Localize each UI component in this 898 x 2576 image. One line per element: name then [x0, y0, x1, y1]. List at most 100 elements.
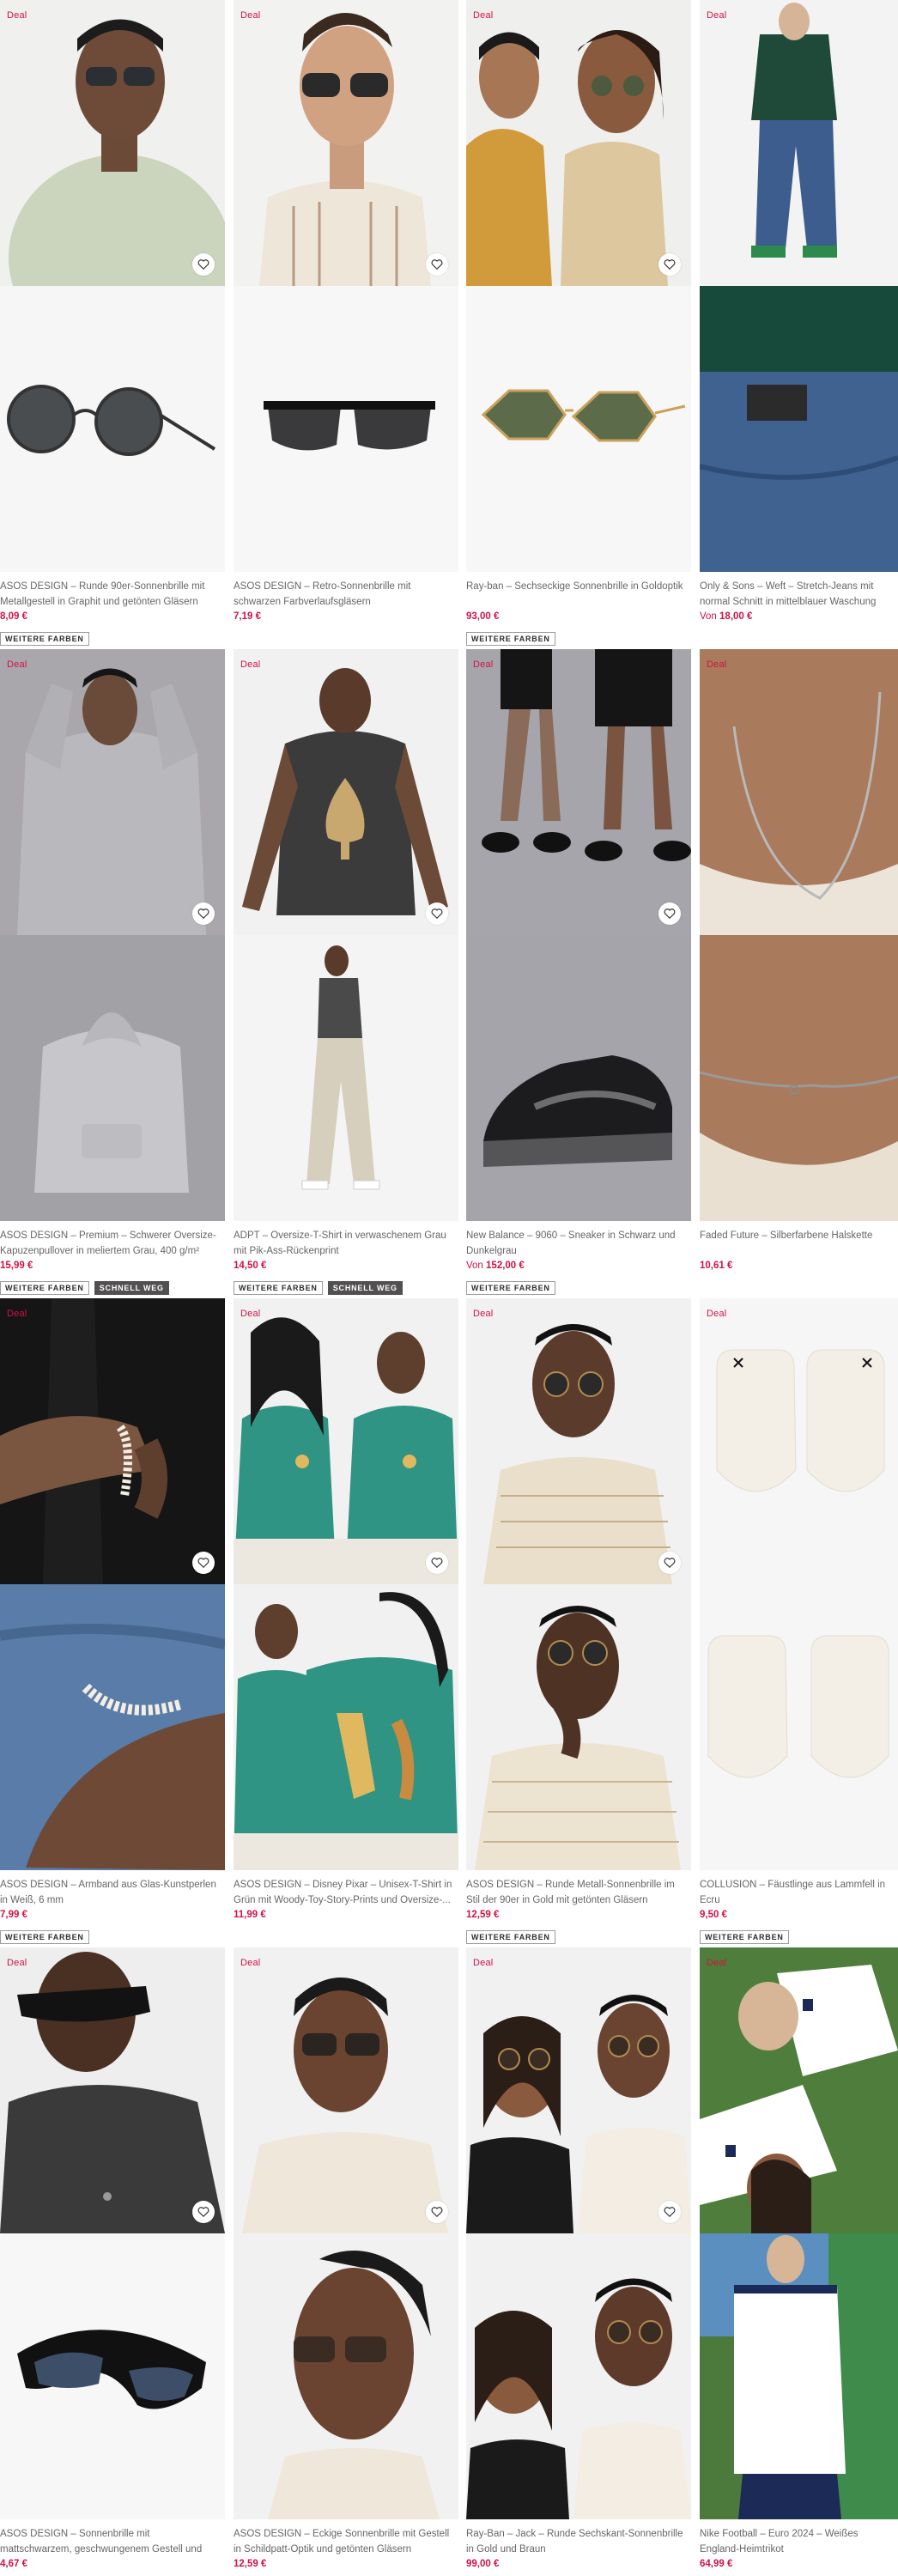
product-image-model[interactable]: Deal	[234, 1947, 458, 2233]
product-price: Von 18,00 €	[700, 611, 753, 622]
product-card[interactable]: Deal ASOS DESIGN – Armband aus Glas-Kuns…	[0, 1298, 225, 1944]
product-image-model[interactable]: Deal	[700, 1947, 898, 2233]
product-image-packshot[interactable]	[0, 2233, 225, 2519]
product-image-model[interactable]: Deal	[466, 649, 691, 935]
product-card[interactable]: Deal COLLUSION – Fäustlinge aus Lammfell…	[700, 1298, 898, 1944]
save-for-later-button[interactable]	[192, 902, 215, 925]
product-image-packshot[interactable]	[466, 286, 691, 572]
product-card[interactable]: Deal ASOS DESIGN – Retro-Sonnenbrille mi…	[234, 0, 458, 646]
product-title[interactable]: ASOS DESIGN – Premium – Schwerer Oversiz…	[0, 1228, 225, 1259]
product-image-packshot[interactable]	[466, 935, 691, 1221]
product-image-model[interactable]: Deal	[0, 0, 225, 286]
product-image-model[interactable]: Deal	[700, 649, 898, 935]
product-price: 7,99 €	[0, 1910, 27, 1920]
chip-more-colours: WEITERE FARBEN	[0, 1930, 89, 1944]
deal-badge: Deal	[7, 1958, 27, 1968]
heart-icon	[197, 2207, 209, 2218]
product-image-packshot-back[interactable]	[700, 1584, 898, 1870]
heart-icon	[664, 1558, 676, 1569]
product-image-packshot[interactable]	[466, 1584, 691, 1870]
product-image-model[interactable]: Deal	[0, 649, 225, 935]
product-price: 99,00 €	[466, 2559, 500, 2569]
product-image-model[interactable]: Deal	[466, 0, 691, 286]
product-card[interactable]: Deal ASOS DESIGN – Disney Pixar – Unisex…	[234, 1298, 458, 1944]
product-image-packshot[interactable]	[234, 2233, 458, 2519]
product-image-model[interactable]: Deal	[234, 1298, 458, 1584]
product-card[interactable]: Deal ASOS DESIGN – Sonnenbrille mit matt…	[0, 1947, 225, 2576]
product-title[interactable]: ASOS DESIGN – Armband aus Glas-Kunstperl…	[0, 1877, 225, 1908]
save-for-later-button[interactable]	[192, 253, 215, 276]
product-title[interactable]: COLLUSION – Fäustlinge aus Lammfell in E…	[700, 1877, 898, 1908]
heart-icon	[664, 2207, 676, 2218]
chip-selling-fast: SCHNELL WEG	[94, 1281, 169, 1295]
save-for-later-button[interactable]	[426, 2201, 448, 2223]
product-title[interactable]: ASOS DESIGN – Disney Pixar – Unisex-T-Sh…	[234, 1877, 458, 1908]
product-card[interactable]: Deal ASOS DESIGN – Runde 90er-Sonnenbril…	[0, 0, 225, 646]
product-image-packshot[interactable]	[0, 935, 225, 1221]
product-title[interactable]: Faded Future – Silberfarbene Halskette	[700, 1228, 898, 1259]
product-image-packshot[interactable]	[466, 2233, 691, 2519]
deal-badge: Deal	[240, 1309, 261, 1319]
product-price: 7,19 €	[234, 611, 261, 622]
deal-badge: Deal	[240, 1958, 261, 1968]
heart-icon	[431, 2207, 443, 2218]
product-card[interactable]: Deal ASOS DESIGN – Premium – Schwerer Ov…	[0, 649, 225, 1295]
product-card[interactable]: Deal ASOS DESIGN – Runde Metall-Sonnenbr…	[466, 1298, 691, 1944]
product-image-model[interactable]: Deal	[0, 1298, 225, 1584]
product-price: 4,67 €	[0, 2559, 27, 2569]
product-title[interactable]: ASOS DESIGN – Sonnenbrille mit mattschwa…	[0, 2526, 225, 2557]
product-title[interactable]: New Balance – 9060 – Sneaker in Schwarz …	[466, 1228, 691, 1259]
product-title[interactable]: ADPT – Oversize-T-Shirt in verwaschenem …	[234, 1228, 458, 1259]
product-image-model[interactable]: Deal	[700, 0, 898, 286]
product-image-model[interactable]: Deal	[234, 649, 458, 935]
product-image-packshot[interactable]: Deal	[700, 1298, 898, 1584]
product-image-packshot[interactable]	[234, 1584, 458, 1870]
product-image-packshot[interactable]	[0, 1584, 225, 1870]
save-for-later-button[interactable]	[658, 902, 681, 925]
product-image-packshot[interactable]	[234, 935, 458, 1221]
product-title[interactable]: Ray-ban – Sechseckige Sonnenbrille in Go…	[466, 579, 691, 610]
product-card[interactable]: Deal ADPT – Oversize-T-Shirt in verwasch…	[234, 649, 458, 1295]
save-for-later-button[interactable]	[192, 1552, 215, 1574]
product-title[interactable]: ASOS DESIGN – Runde Metall-Sonnenbrille …	[466, 1877, 691, 1908]
product-card[interactable]: Deal New Balance – 9060 – Sneaker in Sch…	[466, 649, 691, 1295]
save-for-later-button[interactable]	[658, 253, 681, 276]
product-title[interactable]: ASOS DESIGN – Eckige Sonnenbrille mit Ge…	[234, 2526, 458, 2557]
product-image-packshot[interactable]	[700, 2233, 898, 2519]
product-image-model[interactable]: Deal	[466, 1298, 691, 1584]
product-price: 14,50 €	[234, 1261, 267, 1271]
save-for-later-button[interactable]	[658, 2201, 681, 2223]
product-image-model[interactable]: Deal	[0, 1947, 225, 2233]
product-card[interactable]: Deal Ray-ban – Sechseckige Sonnenbrille …	[466, 0, 691, 646]
chip-more-colours: WEITERE FARBEN	[466, 1930, 555, 1944]
save-for-later-button[interactable]	[426, 1552, 448, 1574]
product-image-packshot[interactable]	[0, 286, 225, 572]
product-card[interactable]: Deal Nike Football – Euro 2024 – Weißes …	[700, 1947, 898, 2576]
heart-icon	[197, 259, 209, 270]
save-for-later-button[interactable]	[426, 253, 448, 276]
deal-badge: Deal	[707, 1958, 727, 1968]
product-image-model[interactable]: Deal	[466, 1947, 691, 2233]
product-price: 15,99 €	[0, 1261, 33, 1271]
product-title[interactable]: ASOS DESIGN – Retro-Sonnenbrille mit sch…	[234, 579, 458, 610]
product-title[interactable]: Nike Football – Euro 2024 – Weißes Engla…	[700, 2526, 898, 2557]
save-for-later-button[interactable]	[192, 2201, 215, 2223]
product-price: 64,99 €	[700, 2559, 733, 2569]
product-card[interactable]: Deal Faded Future – Silberfarbene Halske…	[700, 649, 898, 1295]
product-image-model[interactable]: Deal	[234, 0, 458, 286]
product-price: 10,61 €	[700, 1261, 733, 1271]
product-title[interactable]: Only & Sons – Weft – Stretch-Jeans mit n…	[700, 579, 898, 610]
product-card[interactable]: Deal Ray-Ban – Jack – Runde Sechskant-So…	[466, 1947, 691, 2576]
product-price: Von 152,00 €	[466, 1261, 525, 1271]
heart-icon	[431, 1558, 443, 1569]
product-image-packshot[interactable]	[234, 286, 458, 572]
product-card[interactable]: Deal ASOS DESIGN – Eckige Sonnenbrille m…	[234, 1947, 458, 2576]
product-title[interactable]: ASOS DESIGN – Runde 90er-Sonnenbrille mi…	[0, 579, 225, 610]
product-image-packshot[interactable]	[700, 935, 898, 1221]
product-title[interactable]: Ray-Ban – Jack – Runde Sechskant-Sonnenb…	[466, 2526, 691, 2557]
save-for-later-button[interactable]	[426, 902, 448, 925]
save-for-later-button[interactable]	[658, 1552, 681, 1574]
product-card[interactable]: Deal Only & Sons – Weft – Stretch-Jeans …	[700, 0, 898, 646]
product-image-packshot[interactable]	[700, 286, 898, 572]
product-price: 11,99 €	[234, 1910, 266, 1920]
